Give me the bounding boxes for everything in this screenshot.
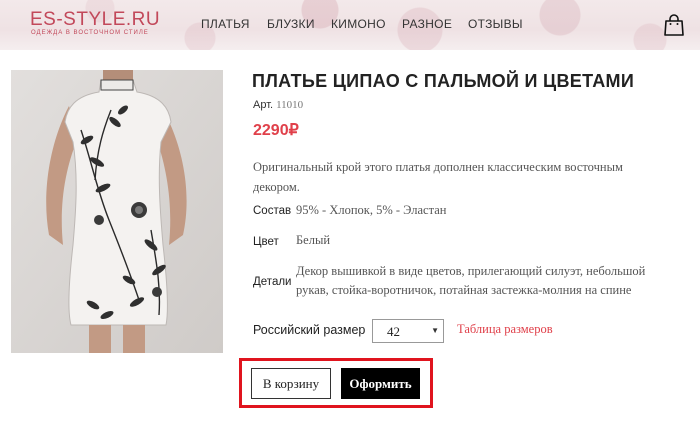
article-label: Арт.	[253, 99, 274, 111]
size-select[interactable]: 42 ▼	[372, 319, 444, 343]
size-table-link[interactable]: Таблица размеров	[457, 322, 553, 337]
nav-item-kimono[interactable]: КИМОНО	[331, 17, 386, 31]
nav-item-blouses[interactable]: БЛУЗКИ	[267, 17, 315, 31]
site-header: ES-STYLE.RU ОДЕЖДА В ВОСТОЧНОМ СТИЛЕ ПЛА…	[0, 0, 700, 50]
product-title: ПЛАТЬЕ ЦИПАО С ПАЛЬМОЙ И ЦВЕТАМИ	[252, 71, 635, 91]
color-label: Цвет	[253, 236, 279, 248]
details-line: рукав, стойка-воротничок, потайная засте…	[296, 283, 632, 297]
product-price: 2290₽	[253, 122, 299, 139]
article-value: 11010	[276, 99, 304, 111]
details-label: Детали	[253, 276, 292, 288]
checkout-button[interactable]: Оформить	[341, 368, 420, 399]
description-line: Оригинальный крой этого платья дополнен …	[253, 160, 623, 174]
product-photo[interactable]	[11, 70, 223, 353]
size-label: Российский размер	[253, 323, 366, 337]
color-value: Белый	[296, 233, 331, 247]
site-logo-tagline: ОДЕЖДА В ВОСТОЧНОМ СТИЛЕ	[31, 30, 149, 36]
details-line: Декор вышивкой в виде цветов, прилегающи…	[296, 264, 646, 278]
size-select-value: 42	[387, 324, 400, 339]
product-description: Оригинальный крой этого платья дополнен …	[253, 157, 633, 197]
composition-label: Состав	[253, 205, 292, 217]
nav-item-dresses[interactable]: ПЛАТЬЯ	[201, 17, 250, 31]
nav-item-misc[interactable]: РАЗНОЕ	[402, 17, 452, 31]
chevron-down-icon: ▼	[431, 326, 439, 335]
product-article: Арт. 11010	[253, 99, 303, 111]
add-to-cart-button[interactable]: В корзину	[251, 368, 331, 399]
shopping-bag-icon[interactable]	[664, 14, 684, 36]
composition-value: 95% - Хлопок, 5% - Эластан	[296, 203, 447, 217]
description-line: декором.	[253, 180, 300, 194]
site-logo[interactable]: ES-STYLE.RU	[30, 9, 160, 31]
details-value: Декор вышивкой в виде цветов, прилегающи…	[296, 262, 696, 300]
nav-item-reviews[interactable]: ОТЗЫВЫ	[468, 17, 523, 31]
